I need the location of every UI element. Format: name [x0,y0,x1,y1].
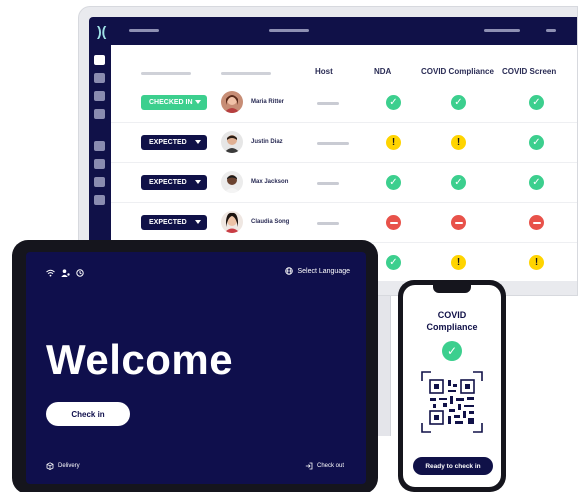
sidebar-item-icon[interactable] [94,73,105,83]
topbar-placeholder [484,29,520,32]
table-row[interactable]: EXPECTED Max Jackson ✓ ✓ ✓ [111,163,577,203]
monitor-stand [377,296,391,436]
delivery-label: Delivery [58,463,80,469]
sidebar-item-icon[interactable] [94,109,105,119]
user-icon [61,269,70,277]
phone-notch [433,285,471,293]
dashboard-topbar: )( [89,17,577,45]
sidebar-item-icon[interactable] [94,91,105,101]
nda-status-check-icon: ✓ [386,95,401,110]
status-label: EXPECTED [149,219,187,226]
avatar [221,171,243,193]
sidebar-item-icon[interactable] [94,159,105,169]
nda-status-denied-icon [386,215,401,230]
chevron-down-icon [195,140,201,144]
status-dropdown[interactable]: EXPECTED [141,135,207,150]
exit-icon [305,462,313,470]
status-label: CHECKED IN [149,99,193,106]
visitor-name: Max Jackson [251,179,289,185]
screen-status-check-icon: ✓ [529,95,544,110]
app-logo-icon: )( [97,23,107,39]
status-label: EXPECTED [149,139,187,146]
host-placeholder [317,222,339,225]
screen-status-warning-icon: ! [529,255,544,270]
topbar-placeholder [546,29,556,32]
screen-status-check-icon: ✓ [529,175,544,190]
status-dropdown[interactable]: EXPECTED [141,175,207,190]
table-row[interactable]: CHECKED IN Maria Ritter ✓ ✓ ✓ [111,83,577,123]
status-label: EXPECTED [149,179,187,186]
compliance-status-check-icon: ✓ [451,175,466,190]
nda-status-check-icon: ✓ [386,255,401,270]
host-placeholder [317,182,339,185]
compliance-status-denied-icon [451,215,466,230]
compliance-status-warning-icon: ! [451,255,466,270]
visitor-name: Justin Diaz [251,139,283,145]
covid-compliance-title: COVID Compliance [403,309,501,333]
phone-screen: COVID Compliance ✓ Ready to check in [403,285,501,487]
wifi-icon [46,269,55,277]
visitor-name: Maria Ritter [251,99,285,105]
status-dropdown[interactable]: CHECKED IN [141,95,207,110]
check-out-label: Check out [316,463,344,469]
chevron-down-icon [195,180,201,184]
column-header-host: Host [315,67,333,76]
sidebar-item-icon[interactable] [94,141,105,151]
compliance-status-warning-icon: ! [451,135,466,150]
host-placeholder [317,102,339,105]
avatar [221,131,243,153]
qr-code-icon [421,371,483,433]
kiosk-screen: Select Language Welcome Check in Deliver… [26,252,366,484]
sidebar-item-home-icon[interactable] [94,55,105,65]
tablet-status-bar [46,269,84,277]
tablet-device: Select Language Welcome Check in Deliver… [12,240,378,492]
host-placeholder [317,142,349,145]
topbar-placeholder [129,29,159,32]
screen-status-check-icon: ✓ [529,135,544,150]
package-icon [46,462,54,470]
chevron-down-icon [195,100,201,104]
screen-status-denied-icon [529,215,544,230]
column-header-covid-screen: COVID Screen [502,67,557,76]
chevron-down-icon [195,220,201,224]
delivery-button[interactable]: Delivery [46,462,80,470]
avatar [221,211,243,233]
table-row[interactable]: EXPECTED Claudia Song [111,203,577,243]
visitor-name: Claudia Song [251,219,290,225]
sidebar-item-icon[interactable] [94,177,105,187]
status-dropdown[interactable]: EXPECTED [141,215,207,230]
select-language-button[interactable]: Select Language [285,267,350,275]
globe-icon [285,267,294,275]
title-line: COVID [437,310,467,320]
title-line: Compliance [426,322,478,332]
column-header-covid-compliance: COVID Compliance [421,67,494,76]
nda-status-warning-icon: ! [386,135,401,150]
column-header-nda: NDA [374,67,392,76]
phone-device: COVID Compliance ✓ Ready to check in [398,280,506,492]
nda-status-check-icon: ✓ [386,175,401,190]
welcome-heading: Welcome [46,336,234,383]
select-language-label: Select Language [297,267,350,275]
column-header-placeholder [141,72,191,75]
check-out-button[interactable]: Check out [305,462,344,470]
compliance-check-icon: ✓ [442,341,462,361]
column-header-placeholder [221,72,271,75]
sidebar-item-icon[interactable] [94,195,105,205]
timer-icon [76,269,84,277]
ready-to-check-in-button[interactable]: Ready to check in [413,457,493,475]
topbar-placeholder [269,29,309,32]
avatar [221,91,243,113]
table-row[interactable]: EXPECTED Justin Diaz ! ! ✓ [111,123,577,163]
compliance-status-check-icon: ✓ [451,95,466,110]
check-in-button[interactable]: Check in [46,402,130,426]
